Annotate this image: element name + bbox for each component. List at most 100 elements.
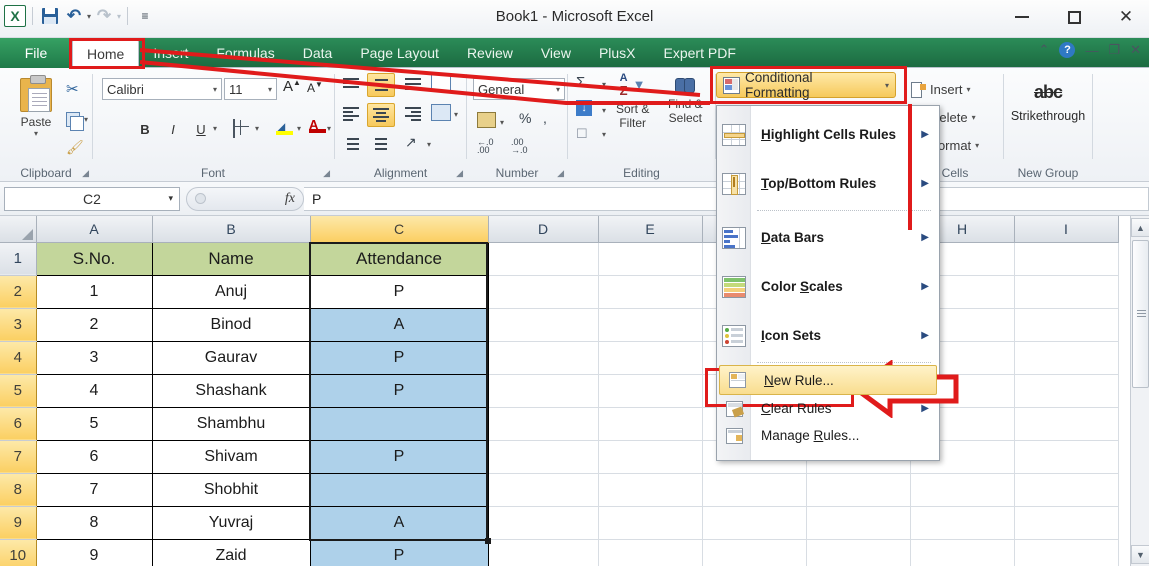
tab-file[interactable]: File [0, 38, 72, 68]
cell-c4[interactable]: P [309, 340, 489, 375]
font-size-input[interactable]: 11 ▾ [224, 78, 277, 100]
fill-button[interactable]: ↓ [576, 100, 592, 116]
tab-expert-pdf[interactable]: Expert PDF [650, 38, 750, 68]
help-icon[interactable]: ? [1059, 42, 1076, 58]
column-header-d[interactable]: D [488, 216, 599, 243]
cell-i2[interactable] [1014, 275, 1119, 309]
cut-button[interactable]: ✂ [66, 76, 94, 102]
cell-d7[interactable] [488, 440, 599, 474]
copy-button[interactable]: ▾ [66, 106, 94, 132]
tab-page-layout[interactable]: Page Layout [346, 38, 453, 68]
column-header-b[interactable]: B [152, 216, 311, 243]
insert-function-icon[interactable]: fx [285, 191, 295, 207]
fill-handle[interactable] [485, 538, 491, 544]
cell-b6[interactable]: Shambhu [151, 406, 311, 441]
cell-a2[interactable]: 1 [35, 274, 153, 309]
cell-a7[interactable]: 6 [35, 439, 153, 474]
cell-i10[interactable] [1014, 539, 1119, 566]
cell-a4[interactable]: 3 [35, 340, 153, 375]
merge-and-center-button[interactable] [431, 104, 451, 121]
cell-e10[interactable] [598, 539, 703, 566]
strikethrough-button[interactable]: abc Strikethrough [1004, 82, 1092, 123]
cell-g8[interactable] [806, 473, 911, 507]
conditional-formatting-button[interactable]: Conditional Formatting ▾ [716, 70, 896, 100]
cell-h9[interactable] [910, 506, 1015, 540]
cell-b4[interactable]: Gaurav [151, 340, 311, 375]
accounting-dropdown-caret-icon[interactable]: ▾ [500, 118, 504, 127]
menu-item-color-scales[interactable]: Color Scales ▶ [717, 262, 939, 311]
tab-insert[interactable]: Insert [139, 38, 202, 68]
number-dialog-launcher[interactable]: ◢ [557, 168, 564, 179]
font-color-button[interactable]: A [309, 116, 326, 134]
tab-plusx[interactable]: PlusX [585, 38, 650, 68]
cell-i3[interactable] [1014, 308, 1119, 342]
row-header-1[interactable]: 1 [0, 242, 37, 276]
menu-item-icon-sets[interactable]: Icon Sets ▶ [717, 311, 939, 360]
maximize-button[interactable] [1057, 4, 1091, 30]
fill-dropdown-caret-icon[interactable]: ▾ [602, 106, 606, 115]
cell-e5[interactable] [598, 374, 703, 408]
wrap-text-button[interactable] [431, 74, 451, 92]
cell-b7[interactable]: Shivam [151, 439, 311, 474]
sort-and-filter-button[interactable]: A Z ▼ Sort & Filter [616, 72, 649, 130]
row-header-2[interactable]: 2 [0, 275, 37, 309]
clear-dropdown-caret-icon[interactable]: ▾ [602, 130, 606, 139]
cell-c5[interactable]: P [309, 373, 489, 408]
fill-color-button[interactable]: ◢ [276, 118, 293, 136]
clipboard-dialog-launcher[interactable]: ◢ [82, 168, 89, 179]
merge-dropdown-caret-icon[interactable]: ▾ [454, 110, 458, 119]
ribbon-restore-icon[interactable]: ❐ [1108, 42, 1120, 58]
font-dialog-launcher[interactable]: ◢ [323, 168, 330, 179]
number-format-select[interactable]: General ▾ [473, 78, 565, 100]
cell-c1[interactable]: Attendance [309, 241, 489, 276]
cell-e9[interactable] [598, 506, 703, 540]
column-header-c[interactable]: C [310, 216, 489, 243]
find-and-select-button[interactable]: Find & Select [668, 74, 703, 125]
borders-dropdown-caret-icon[interactable]: ▾ [255, 124, 259, 133]
cell-d9[interactable] [488, 506, 599, 540]
cell-b3[interactable]: Binod [151, 307, 311, 342]
ribbon-minimize-icon[interactable]: — [1085, 43, 1098, 58]
cell-a3[interactable]: 2 [35, 307, 153, 342]
paste-button[interactable]: Paste ▾ [8, 74, 64, 138]
bold-button[interactable]: B [133, 118, 157, 140]
row-header-4[interactable]: 4 [0, 341, 37, 375]
cell-b8[interactable]: Shobhit [151, 472, 311, 507]
cell-c8[interactable] [309, 472, 489, 507]
cell-d1[interactable] [488, 242, 599, 276]
cell-a6[interactable]: 5 [35, 406, 153, 441]
alignment-dialog-launcher[interactable]: ◢ [456, 168, 463, 179]
accounting-format-button[interactable] [477, 112, 496, 128]
comma-style-button[interactable]: , [543, 110, 547, 126]
cell-d6[interactable] [488, 407, 599, 441]
autosum-dropdown-caret-icon[interactable]: ▾ [602, 80, 606, 89]
cell-d4[interactable] [488, 341, 599, 375]
cell-i8[interactable] [1014, 473, 1119, 507]
menu-item-manage-rules[interactable]: Manage Rules... [717, 422, 939, 449]
borders-button[interactable] [233, 119, 235, 138]
cell-i1[interactable] [1014, 242, 1119, 276]
tab-view[interactable]: View [527, 38, 585, 68]
font-name-input[interactable]: Calibri ▾ [102, 78, 222, 100]
column-header-a[interactable]: A [36, 216, 153, 243]
cancel-entry-icon[interactable] [195, 193, 206, 204]
autosum-button[interactable]: Σ [576, 74, 585, 91]
cell-b5[interactable]: Shashank [151, 373, 311, 408]
cell-c2[interactable]: P [309, 274, 489, 309]
cell-d3[interactable] [488, 308, 599, 342]
cell-g10[interactable] [806, 539, 911, 566]
cell-i7[interactable] [1014, 440, 1119, 474]
worksheet-grid[interactable]: A B C D E F G H I 1 S.No. Name Attendanc… [0, 216, 1149, 566]
orientation-button[interactable]: ↗ [405, 134, 417, 151]
vertical-scrollbar[interactable]: ▲ ▼ [1130, 216, 1149, 566]
grow-font-button[interactable]: A▲ [283, 78, 301, 95]
cell-d8[interactable] [488, 473, 599, 507]
row-header-7[interactable]: 7 [0, 440, 37, 474]
row-header-5[interactable]: 5 [0, 374, 37, 408]
cell-i9[interactable] [1014, 506, 1119, 540]
name-box[interactable]: C2 ▾ [4, 186, 180, 211]
font-color-dropdown-caret-icon[interactable]: ▾ [327, 124, 331, 133]
cell-d5[interactable] [488, 374, 599, 408]
select-all-corner[interactable] [0, 216, 37, 243]
tab-home[interactable]: Home [72, 39, 140, 68]
